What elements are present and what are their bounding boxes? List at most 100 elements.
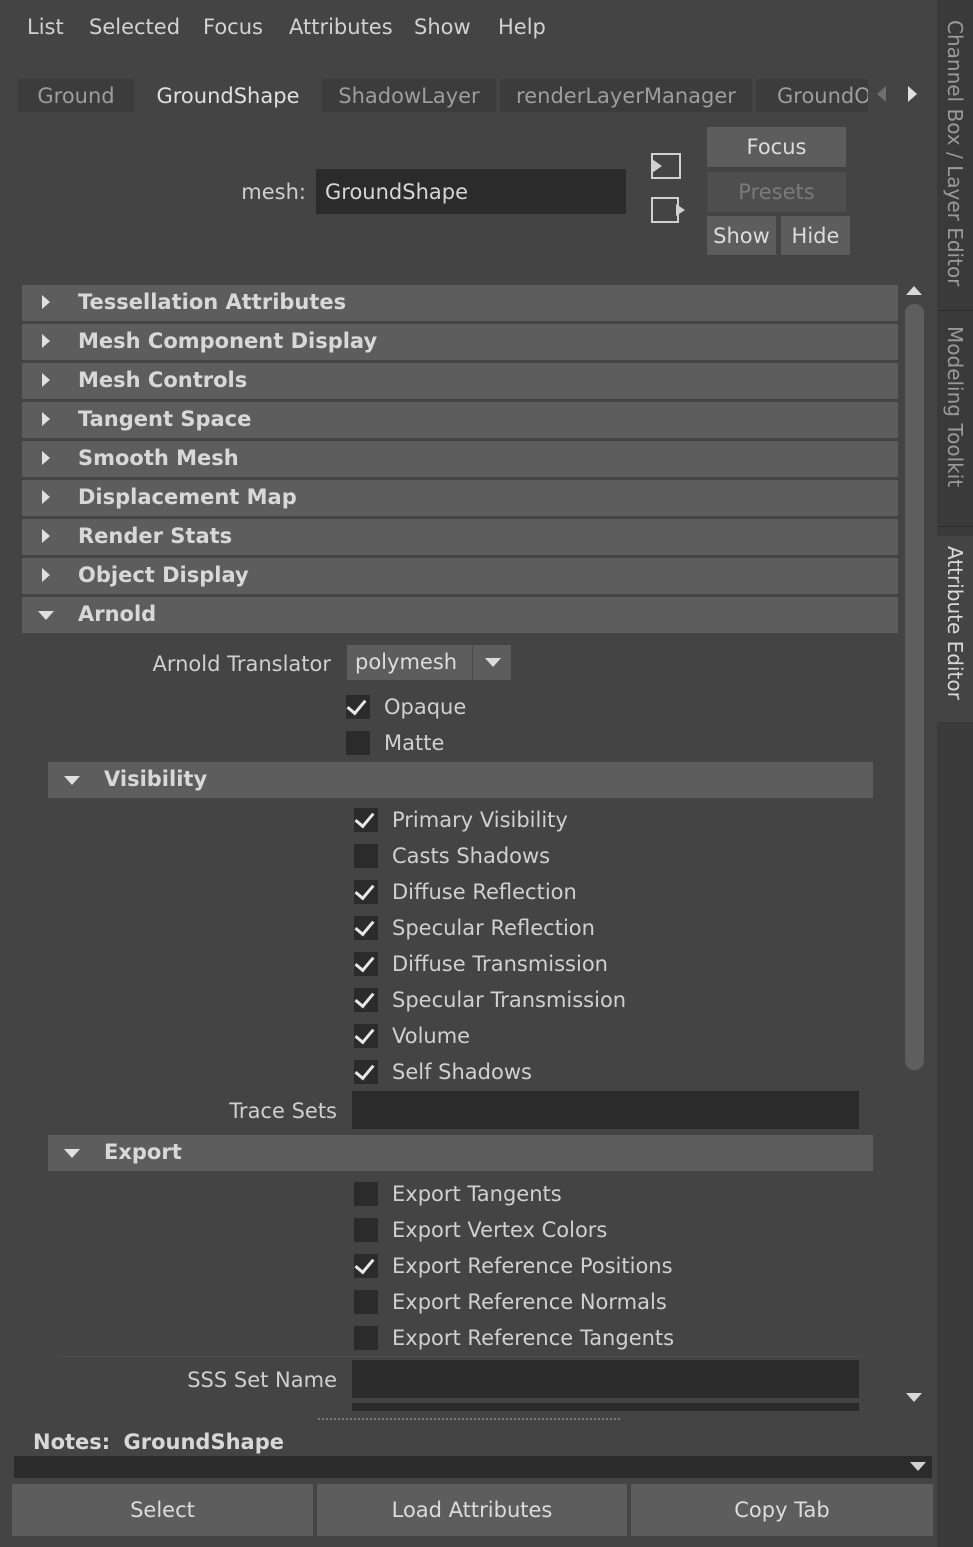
checkbox-label: Export Reference Tangents <box>392 1326 675 1350</box>
check-icon <box>354 987 375 1009</box>
checkbox-box <box>354 1182 378 1206</box>
menu-focus[interactable]: Focus <box>203 15 263 39</box>
checkbox-label: Casts Shadows <box>392 844 551 868</box>
input-connections-icon[interactable] <box>650 152 682 180</box>
diffuse-reflection-checkbox[interactable]: Diffuse Reflection <box>354 877 577 907</box>
export-reference-normals-checkbox[interactable]: Export Reference Normals <box>354 1287 667 1317</box>
subsection-visibility[interactable]: Visibility <box>48 762 873 798</box>
tab-renderlayermanager[interactable]: renderLayerManager <box>500 79 752 112</box>
scrollbar-thumb[interactable] <box>905 304 924 1070</box>
section-render-stats[interactable]: Render Stats <box>22 519 898 555</box>
section-label: Arnold <box>78 602 157 626</box>
checkbox-box <box>354 1290 378 1314</box>
check-icon <box>346 694 367 716</box>
export-reference-positions-checkbox[interactable]: Export Reference Positions <box>354 1251 673 1281</box>
checkbox-label: Export Reference Normals <box>392 1290 667 1314</box>
side-tab-modeling-toolkit[interactable]: Modeling Toolkit <box>937 326 973 527</box>
export-vertex-colors-checkbox[interactable]: Export Vertex Colors <box>354 1215 607 1245</box>
output-connections-icon[interactable] <box>650 196 686 226</box>
right-sidebar: Channel Box / Layer Editor Modeling Tool… <box>937 0 973 1547</box>
checkbox-label: Export Tangents <box>392 1182 562 1206</box>
checkbox-box <box>354 1253 378 1278</box>
section-mesh-component-display[interactable]: Mesh Component Display <box>22 324 898 360</box>
attribute-scrollbar[interactable] <box>902 282 927 1410</box>
tab-scroll-left-icon[interactable] <box>872 84 892 106</box>
hide-button[interactable]: Hide <box>781 216 850 255</box>
section-smooth-mesh[interactable]: Smooth Mesh <box>22 441 898 477</box>
menu-selected[interactable]: Selected <box>89 15 180 39</box>
tab-groundo[interactable]: GroundO <box>756 79 868 112</box>
side-tab-attribute-editor[interactable]: Attribute Editor <box>937 536 973 722</box>
section-displacement-map[interactable]: Displacement Map <box>22 480 898 516</box>
sss-set-name-label: SSS Set Name <box>187 1368 337 1392</box>
section-mesh-controls[interactable]: Mesh Controls <box>22 363 898 399</box>
pane-splitter[interactable] <box>318 1418 620 1420</box>
side-tab-channel-box-label: Channel Box / Layer Editor <box>943 20 967 287</box>
sss-set-name-field[interactable] <box>352 1360 859 1398</box>
show-button[interactable]: Show <box>707 216 776 255</box>
side-tab-channel-box[interactable]: Channel Box / Layer Editor <box>937 20 973 311</box>
focus-button[interactable]: Focus <box>707 127 846 167</box>
trace-sets-label: Trace Sets <box>229 1099 337 1123</box>
subsection-label: Visibility <box>104 767 208 791</box>
checkbox-box <box>354 915 378 940</box>
casts-shadows-checkbox[interactable]: Casts Shadows <box>354 841 550 871</box>
copy-tab-button[interactable]: Copy Tab <box>631 1484 933 1536</box>
tab-ground[interactable]: Ground <box>18 79 134 112</box>
menu-bar: List Selected Focus Attributes Show Help <box>0 0 937 60</box>
check-icon <box>354 915 375 937</box>
specular-reflection-checkbox[interactable]: Specular Reflection <box>354 913 595 943</box>
volume-checkbox[interactable]: Volume <box>354 1021 470 1051</box>
load-attributes-button[interactable]: Load Attributes <box>317 1484 627 1536</box>
menu-attributes[interactable]: Attributes <box>289 15 393 39</box>
collapse-arrow-icon <box>38 611 54 620</box>
tab-shadowlayer[interactable]: ShadowLayer <box>322 79 496 112</box>
chevron-down-icon[interactable] <box>910 1462 926 1471</box>
checkbox-box <box>354 1218 378 1242</box>
section-label: Mesh Controls <box>78 368 248 392</box>
scroll-down-icon[interactable] <box>906 1393 922 1402</box>
section-object-display[interactable]: Object Display <box>22 558 898 594</box>
check-icon <box>354 807 375 829</box>
specular-transmission-checkbox[interactable]: Specular Transmission <box>354 985 626 1015</box>
presets-button[interactable]: Presets <box>707 172 846 212</box>
section-label: Tangent Space <box>78 407 252 431</box>
section-label: Displacement Map <box>78 485 297 509</box>
section-arnold[interactable]: Arnold <box>22 597 898 633</box>
node-name-value: GroundShape <box>325 179 469 204</box>
check-icon <box>354 951 375 973</box>
tab-scroll-right-icon[interactable] <box>902 84 922 106</box>
checkbox-label: Volume <box>392 1024 471 1048</box>
node-tab-bar: Ground GroundShape ShadowLayer renderLay… <box>18 79 868 112</box>
export-reference-tangents-checkbox[interactable]: Export Reference Tangents <box>354 1323 674 1353</box>
menu-help[interactable]: Help <box>498 15 546 39</box>
menu-list[interactable]: List <box>27 15 64 39</box>
scroll-up-icon[interactable] <box>906 286 922 295</box>
primary-visibility-checkbox[interactable]: Primary Visibility <box>354 805 568 835</box>
section-tessellation-attributes[interactable]: Tessellation Attributes <box>22 285 898 321</box>
collapse-arrow-icon <box>64 1149 80 1158</box>
section-tangent-space[interactable]: Tangent Space <box>22 402 898 438</box>
export-tangents-checkbox[interactable]: Export Tangents <box>354 1179 562 1209</box>
diffuse-transmission-checkbox[interactable]: Diffuse Transmission <box>354 949 608 979</box>
checkbox-label: Export Vertex Colors <box>392 1218 608 1242</box>
matte-checkbox[interactable]: Matte <box>346 728 444 758</box>
subsection-export[interactable]: Export <box>48 1135 873 1171</box>
section-label: Render Stats <box>78 524 233 548</box>
self-shadows-checkbox[interactable]: Self Shadows <box>354 1057 532 1087</box>
checkbox-label: Specular Reflection <box>392 916 595 940</box>
opaque-checkbox[interactable]: Opaque <box>346 692 466 722</box>
menu-show[interactable]: Show <box>414 15 471 39</box>
clipped-field <box>352 1403 859 1411</box>
tab-groundshape[interactable]: GroundShape <box>138 79 318 112</box>
checkbox-box <box>354 844 378 868</box>
notes-field[interactable] <box>14 1456 932 1478</box>
node-name-field[interactable]: GroundShape <box>316 169 626 214</box>
node-type-label: mesh: <box>241 180 306 204</box>
trace-sets-field[interactable] <box>352 1091 859 1129</box>
section-label: Smooth Mesh <box>78 446 239 470</box>
select-button[interactable]: Select <box>12 1484 313 1536</box>
check-icon <box>354 1023 375 1045</box>
arnold-translator-dropdown[interactable]: polymesh <box>347 645 511 680</box>
checkbox-label: Primary Visibility <box>392 808 568 832</box>
